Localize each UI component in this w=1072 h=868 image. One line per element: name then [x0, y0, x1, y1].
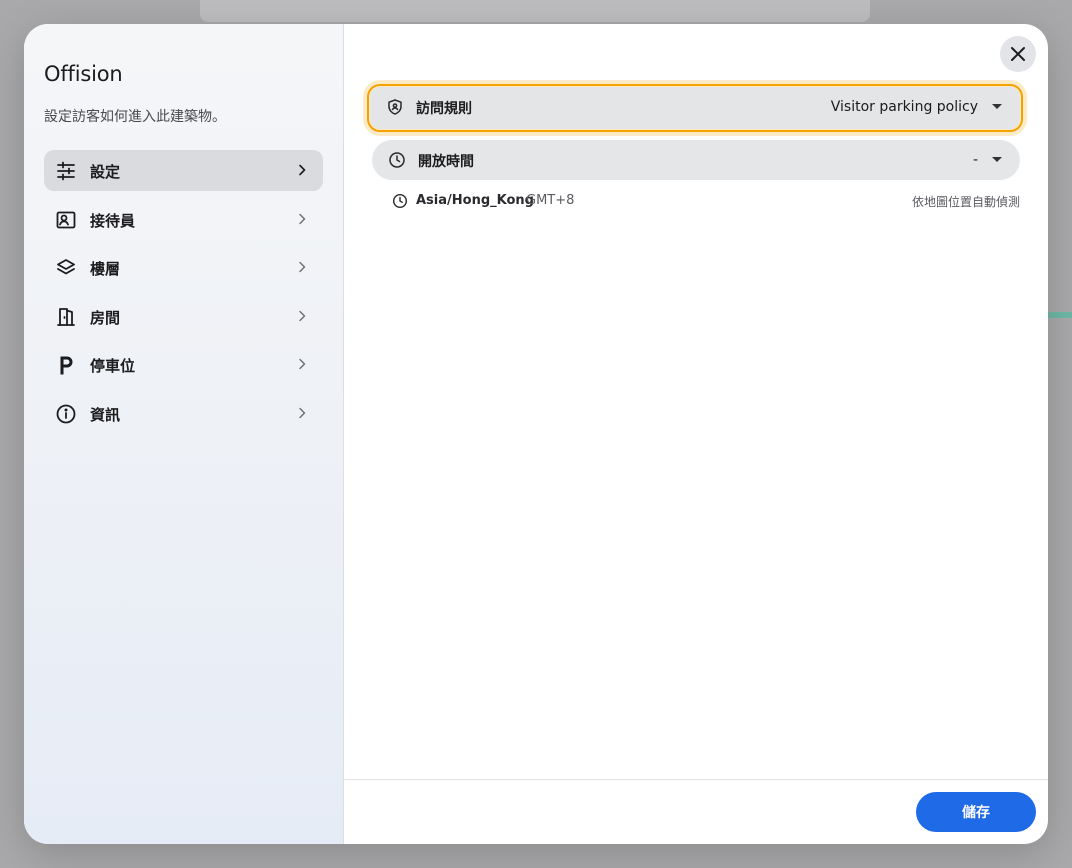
timezone-offset: GMT+8 [526, 193, 575, 208]
settings-dialog: Offision 設定訪客如何進入此建築物。 設定 接待員 樓層 房間 停車位 … [24, 24, 1048, 844]
clock-icon [392, 193, 408, 209]
caret-down-icon [992, 104, 1002, 109]
sidebar-item-label: 資訊 [90, 405, 121, 424]
timezone-name: Asia/Hong_Kong [416, 193, 534, 208]
background-app-bar [200, 0, 870, 22]
save-button[interactable]: 儲存 [916, 792, 1036, 832]
caret-down-icon [992, 157, 1002, 162]
sidebar-item-floors[interactable]: 樓層 [44, 247, 323, 288]
sidebar-item-settings[interactable]: 設定 [44, 150, 323, 191]
clock-icon [388, 151, 406, 169]
id-card-icon [55, 209, 77, 231]
sidebar-item-label: 接待員 [90, 211, 136, 230]
shield-icon [386, 98, 404, 116]
brand-title: Offision [44, 62, 123, 86]
background-accent [1046, 312, 1072, 318]
close-button[interactable] [1000, 36, 1036, 72]
timezone-note: 依地圖位置自動偵測 [911, 195, 1020, 209]
visit-rule-select[interactable]: 訪問規則 Visitor parking policy [367, 84, 1023, 132]
dialog-subtitle: 設定訪客如何進入此建築物。 [44, 109, 226, 125]
sidebar-nav: 設定 接待員 樓層 房間 停車位 資訊 [44, 150, 323, 441]
sidebar-item-parking[interactable]: 停車位 [44, 344, 323, 385]
sidebar-item-label: 停車位 [90, 357, 136, 375]
chevron-right-icon [295, 406, 309, 420]
sidebar-item-label: 設定 [90, 163, 121, 181]
layers-icon [55, 257, 77, 279]
chevron-right-icon [295, 260, 309, 274]
chevron-right-icon [295, 212, 309, 226]
sidebar: Offision 設定訪客如何進入此建築物。 設定 接待員 樓層 房間 停車位 … [24, 24, 344, 844]
sliders-icon [55, 160, 77, 182]
timezone-row: Asia/Hong_Kong GMT+8 依地圖位置自動偵測 [392, 192, 1020, 212]
info-icon [55, 403, 77, 425]
sidebar-item-rooms[interactable]: 房間 [44, 296, 323, 337]
sidebar-item-label: 樓層 [90, 260, 121, 278]
door-icon [55, 306, 77, 328]
chevron-right-icon [295, 309, 309, 323]
chevron-right-icon [295, 357, 309, 371]
open-hours-label: 開放時間 [418, 154, 474, 170]
parking-icon [55, 354, 77, 376]
settings-panel: 訪問規則 Visitor parking policy 開放時間 - Asia/… [344, 24, 1048, 844]
sidebar-item-label: 房間 [90, 308, 121, 327]
sidebar-item-info[interactable]: 資訊 [44, 393, 323, 434]
open-hours-select[interactable]: 開放時間 - [372, 140, 1020, 180]
sidebar-item-receptionist[interactable]: 接待員 [44, 199, 323, 240]
chevron-right-icon [295, 163, 309, 177]
open-hours-value: - [972, 152, 978, 168]
visit-rule-value: Visitor parking policy [830, 99, 978, 115]
visit-rule-label: 訪問規則 [416, 101, 472, 117]
close-icon [1011, 47, 1025, 61]
dialog-footer: 儲存 [344, 779, 1048, 844]
